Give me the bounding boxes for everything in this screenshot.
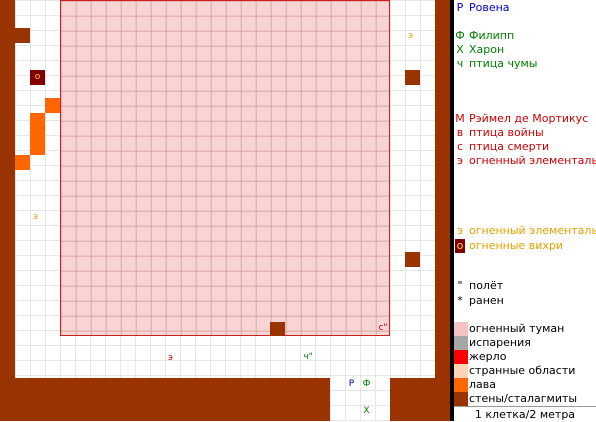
terrain-swatch (454, 392, 468, 406)
plague-bird-token[interactable]: ч" (300, 350, 316, 365)
fire-elemental-token-left[interactable]: э (28, 210, 43, 225)
legend-label: полёт (469, 279, 504, 292)
terrain-label: стены/сталагмиты (469, 392, 578, 405)
legend-symbol: * (457, 294, 463, 307)
wall-right (435, 0, 450, 421)
stalagmite-right-upper (405, 70, 420, 85)
kharon-token[interactable]: Х (359, 404, 374, 419)
wall-bottom-right (390, 378, 450, 421)
rovena-token[interactable]: Р (344, 377, 359, 392)
legend-label: огненный элементаль (469, 224, 596, 237)
legend-panel: Р Ровена Ф Филипп Х Харон ч птица чумы М… (454, 0, 596, 421)
fire-vortex-token[interactable]: о (30, 70, 45, 85)
stalagmite-in-fog (270, 322, 285, 336)
legend-row: * ранен (454, 293, 596, 309)
legend-row: ч птица чумы (454, 56, 596, 72)
wall-left-ledge (15, 28, 30, 43)
legend-row: Р Ровена (454, 0, 596, 16)
lava-cell (45, 98, 60, 113)
legend-row: э огненный элементаль (454, 223, 596, 239)
legend-label: птица чумы (469, 57, 538, 70)
terrain-swatch (454, 378, 468, 392)
lava-cell (15, 155, 30, 170)
legend-symbol: Р (456, 1, 464, 14)
legend-label: Ровена (469, 1, 510, 14)
terrain-swatch (454, 350, 468, 364)
legend-symbol: о (455, 239, 465, 253)
terrain-row: стены/сталагмиты (454, 391, 596, 407)
philipp-token[interactable]: Ф (359, 377, 374, 392)
fire-elemental-token-top-right[interactable]: э (403, 29, 418, 44)
legend-symbol: э (456, 224, 464, 237)
legend-label: ранен (469, 294, 504, 307)
terrain-swatch (454, 336, 468, 350)
wall-bottom-left (0, 378, 330, 421)
wall-left (0, 0, 15, 421)
legend-symbol: ч (456, 57, 464, 70)
terrain-swatch (454, 322, 468, 336)
legend-row: о огненные вихри (454, 238, 596, 254)
death-bird-token[interactable]: с" (375, 321, 391, 336)
legend-label: огненные вихри (469, 239, 564, 252)
legend-row: " полёт (454, 278, 596, 294)
legend-symbol: " (457, 279, 463, 292)
terrain-swatch (454, 364, 468, 378)
legend-label: огненный элементаль (469, 154, 596, 167)
lava-cell (30, 113, 45, 155)
legend-symbol: э (456, 154, 464, 167)
stalagmite-right-lower (405, 252, 420, 267)
fire-fog-area (60, 0, 390, 336)
fire-elemental-token-bottom[interactable]: э (163, 351, 178, 366)
scale-label: 1 клетка/2 метра (454, 406, 596, 422)
legend-row: э огненный элементаль (454, 153, 596, 169)
